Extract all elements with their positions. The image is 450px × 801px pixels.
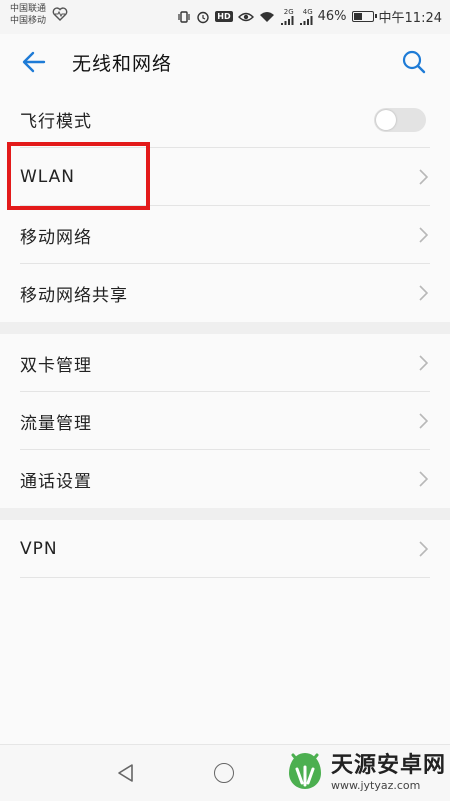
signal-2-icon: 4G (299, 7, 313, 25)
mobile-network-label: 移动网络 (20, 227, 92, 248)
app-header: 无线和网络 (0, 34, 450, 90)
eye-comfort-icon (237, 11, 254, 23)
heart-rate-icon (52, 6, 68, 25)
section-gap (0, 508, 450, 520)
vibrate-icon (177, 10, 191, 24)
page-title: 无线和网络 (72, 53, 173, 75)
wlan-highlight-box (7, 142, 150, 210)
chevron-right-icon (418, 355, 429, 375)
navigation-bar: 天源安卓网 www.jytyaz.com (0, 744, 450, 801)
chevron-right-icon (418, 413, 429, 433)
dual-sim-row[interactable]: 双卡管理 (0, 334, 450, 392)
airplane-mode-row[interactable]: 飞行模式 (0, 90, 450, 148)
chevron-right-icon (418, 471, 429, 491)
hd-badge: HD (215, 11, 233, 22)
sim-section: 双卡管理 流量管理 通话设置 (0, 334, 450, 508)
network-2g-label: 2G (283, 7, 294, 16)
section-gap (0, 322, 450, 334)
chevron-right-icon (418, 285, 429, 305)
airplane-mode-toggle[interactable] (374, 108, 426, 132)
watermark-logo-icon (285, 749, 325, 797)
watermark: 天源安卓网 www.jytyaz.com (285, 749, 446, 797)
chevron-right-icon (418, 169, 429, 189)
mobile-network-row[interactable]: 移动网络 (0, 206, 450, 264)
nav-home-circle-icon[interactable] (214, 763, 234, 783)
carrier-1-label: 中国联通 (10, 4, 47, 14)
search-icon[interactable] (400, 48, 428, 80)
clock: 中午11:24 (378, 11, 442, 26)
call-settings-row[interactable]: 通话设置 (0, 450, 450, 508)
signal-1-icon: 2G (280, 7, 294, 25)
back-arrow-icon[interactable] (20, 48, 48, 80)
battery-fill (353, 13, 362, 20)
chevron-right-icon (418, 227, 429, 247)
airplane-mode-label: 飞行模式 (20, 111, 92, 132)
data-usage-row[interactable]: 流量管理 (0, 392, 450, 450)
watermark-url: www.jytyaz.com (330, 779, 421, 792)
chevron-right-icon (418, 541, 429, 561)
vpn-label: VPN (20, 539, 58, 559)
mobile-network-sharing-row[interactable]: 移动网络共享 (0, 264, 450, 322)
nav-back-triangle-icon[interactable] (116, 763, 134, 787)
status-bar: 中国联通 中国移动 HD 2G 4G 46% 中午11:24 (0, 0, 450, 34)
network-4g-label: 4G (302, 7, 313, 16)
divider (20, 577, 430, 578)
alarm-icon (196, 10, 210, 24)
carrier-2-label: 中国移动 (10, 16, 47, 26)
data-usage-label: 流量管理 (20, 413, 92, 434)
toggle-knob (376, 110, 396, 130)
vpn-section: VPN (0, 520, 450, 578)
mobile-network-sharing-label: 移动网络共享 (20, 285, 128, 306)
dual-sim-label: 双卡管理 (20, 355, 92, 376)
vpn-row[interactable]: VPN (0, 520, 450, 578)
wifi-icon (259, 11, 275, 23)
battery-percent: 46% (317, 9, 347, 24)
watermark-title: 天源安卓网 (330, 753, 446, 778)
carrier-info: 中国联通 中国移动 (10, 3, 46, 27)
call-settings-label: 通话设置 (20, 471, 92, 492)
battery-icon (351, 11, 377, 22)
